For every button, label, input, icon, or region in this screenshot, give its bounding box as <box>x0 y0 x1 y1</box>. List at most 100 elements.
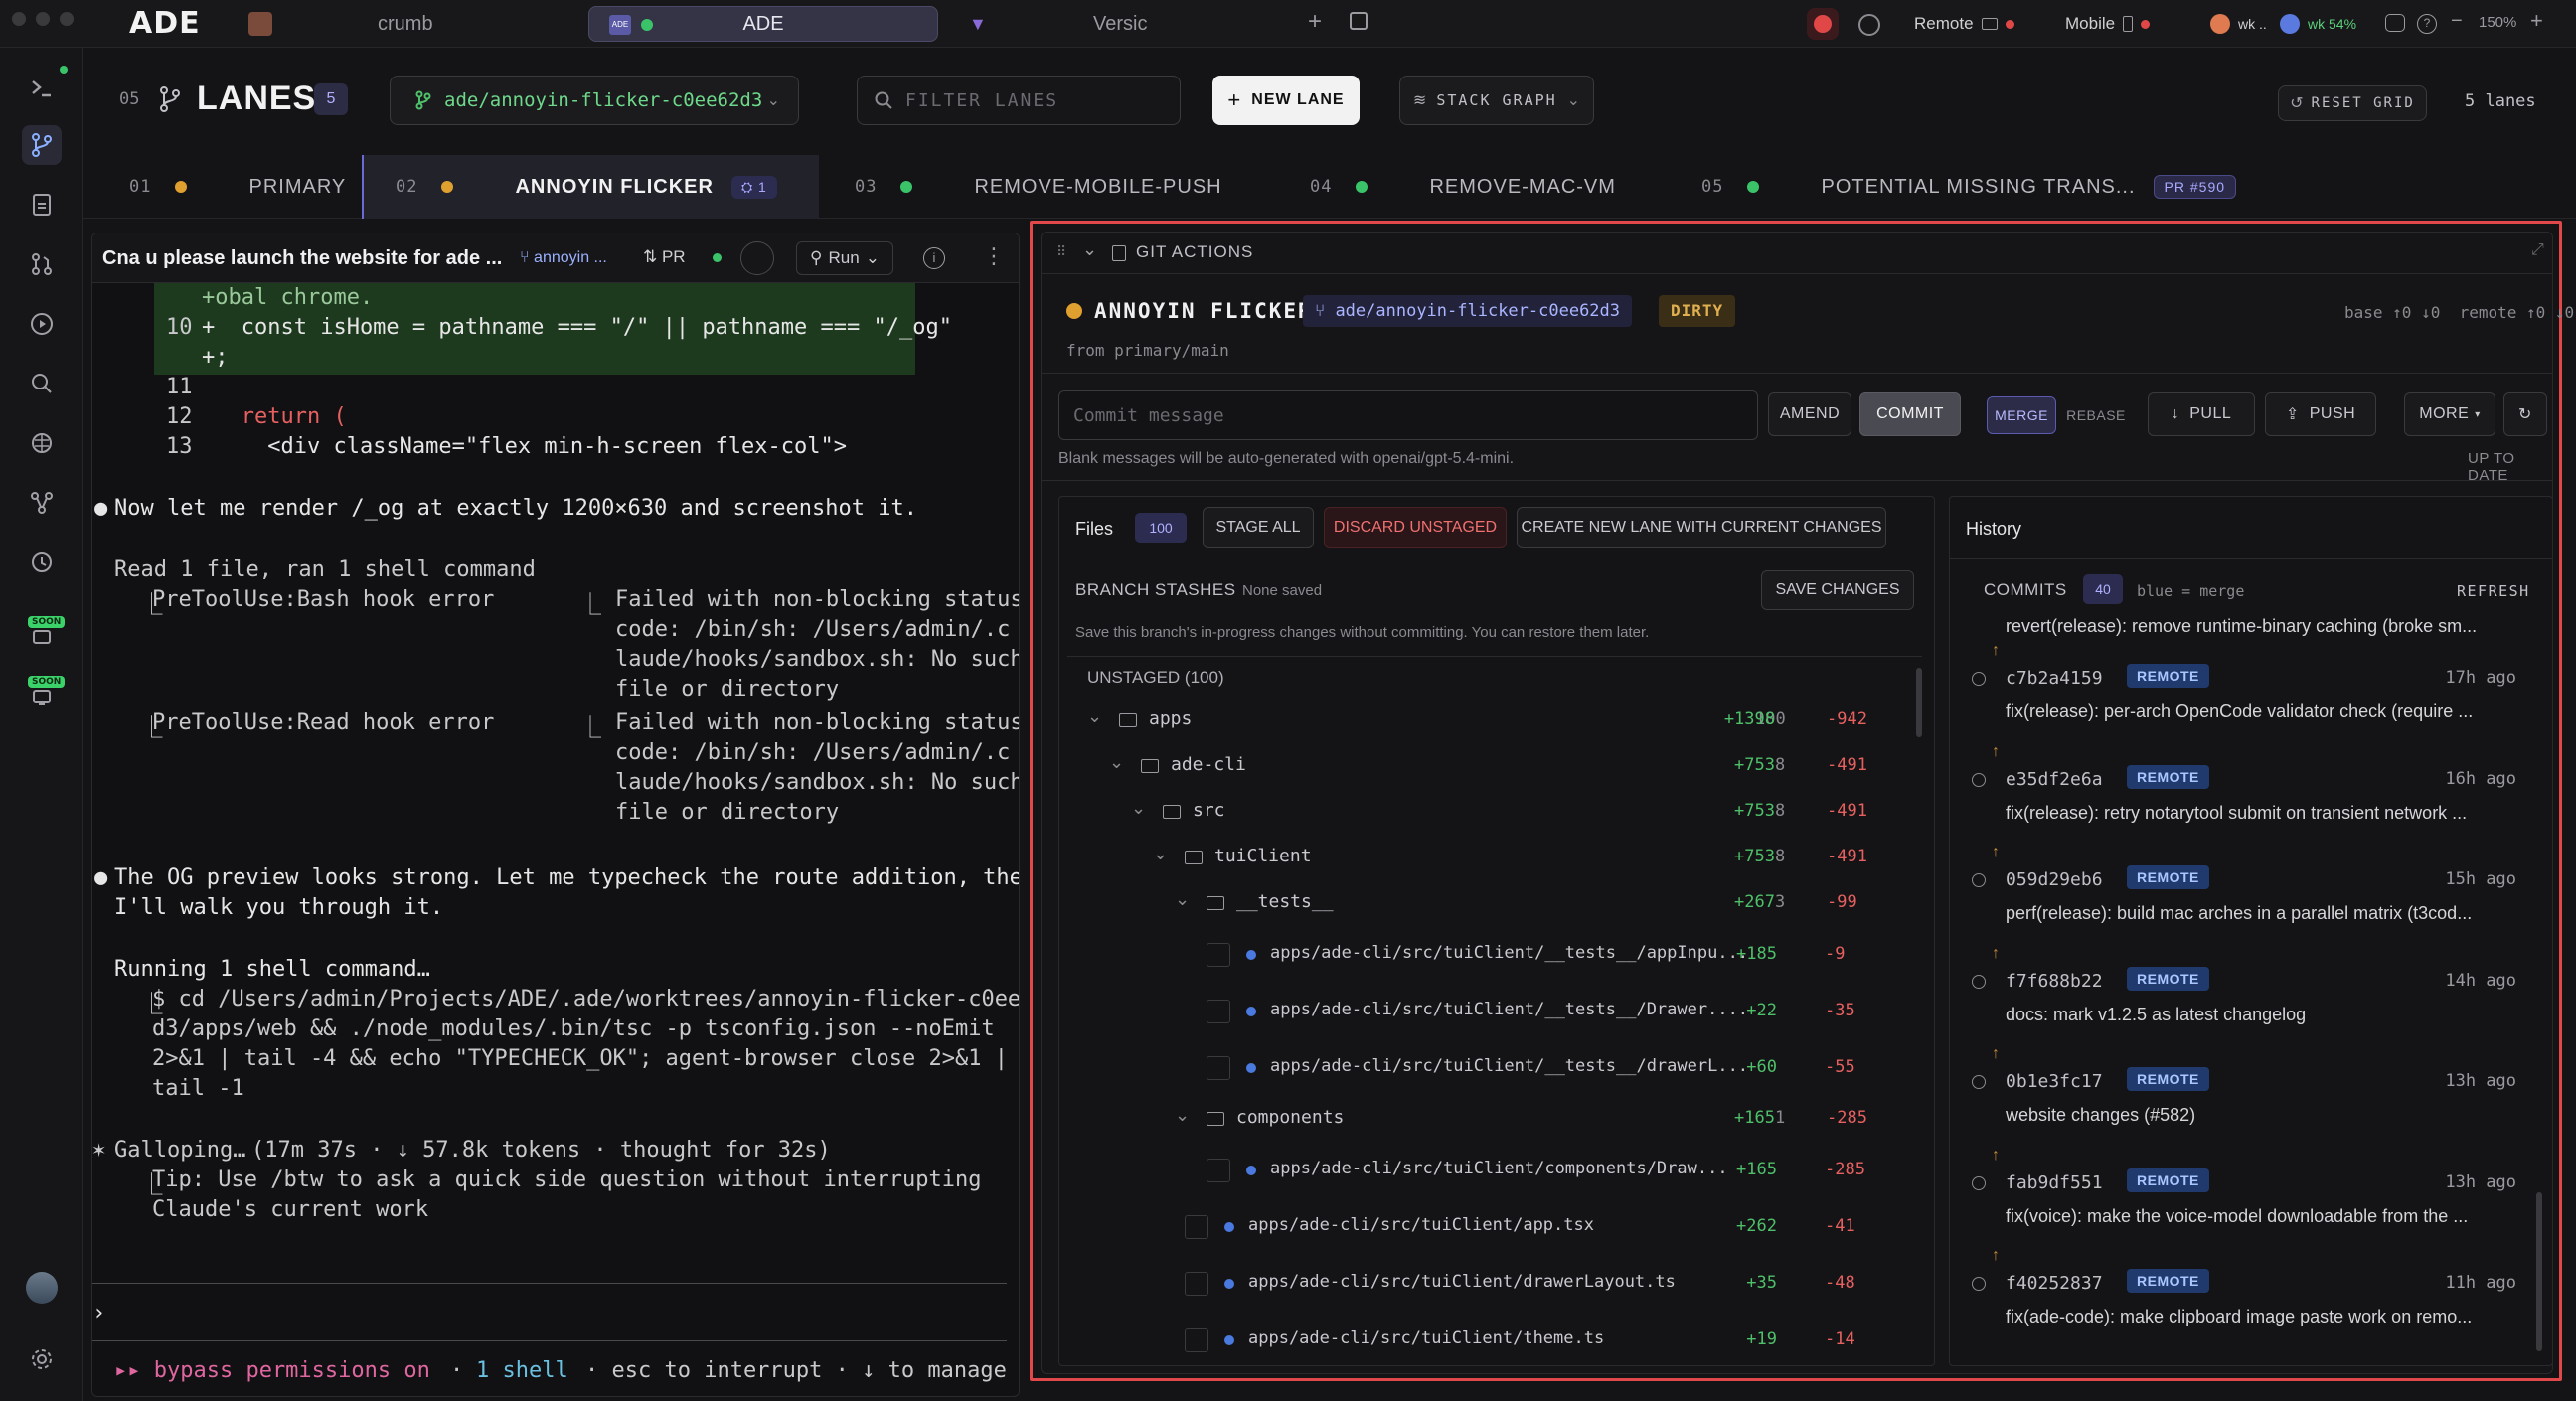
run-icon[interactable] <box>22 304 62 344</box>
refresh-button[interactable]: REFRESH <box>2457 582 2530 600</box>
reset-grid-button[interactable]: ↺ RESET GRID <box>2278 85 2427 121</box>
terminal-icon[interactable] <box>22 66 68 107</box>
file-checkbox[interactable] <box>1185 1214 1208 1239</box>
chevron-down-icon[interactable]: ⌄ <box>1131 798 1146 819</box>
file-row[interactable]: apps/ade-cli/src/tuiClient/components/Dr… <box>1059 1142 1874 1198</box>
history-icon[interactable] <box>22 543 62 582</box>
drag-handle-icon[interactable]: ⠿ <box>1056 243 1066 260</box>
commit-button[interactable]: COMMIT <box>1859 392 1961 436</box>
file-checkbox[interactable] <box>1207 1158 1230 1182</box>
avatar[interactable] <box>26 1272 58 1304</box>
more-vertical-icon[interactable]: ⋮ <box>983 243 1005 269</box>
filter-lanes-input[interactable]: FILTER LANES <box>857 76 1181 125</box>
stage-all-button[interactable]: STAGE ALL <box>1203 507 1314 548</box>
amend-button[interactable]: AMEND <box>1768 392 1852 436</box>
folder-row[interactable]: ⌄ components 1 +165 -285 <box>1059 1096 1874 1142</box>
chat-icon[interactable] <box>2385 14 2405 32</box>
rebase-toggle[interactable]: REBASE <box>2064 396 2128 434</box>
file-row[interactable]: apps/ade-cli/src/tuiClient/theme.ts +19 -1… <box>1059 1312 1874 1365</box>
chevron-down-icon[interactable]: ⌄ <box>1109 752 1124 773</box>
push-button[interactable]: ⇪ PUSH <box>2265 392 2376 436</box>
folder-row[interactable]: ⌄ apps 100 +1398 -942 <box>1059 698 1874 743</box>
save-changes-button[interactable]: SAVE CHANGES <box>1761 570 1914 610</box>
new-lane-button[interactable]: + NEW LANE <box>1212 76 1360 125</box>
lanes-icon[interactable] <box>22 125 62 165</box>
tab-lane-remove-mobile-push[interactable]: 03 REMOVE-MOBILE-PUSH <box>843 155 1260 219</box>
commit-row[interactable]: f7f688b22 REMOTE 14h ago docs: mark v1.2.5 … <box>1964 963 2520 1042</box>
branch-selector[interactable]: ade/annoyin-flicker-c0ee62d3 ⌄ <box>390 76 799 125</box>
commit-row[interactable]: 0b1e3fc17 REMOTE 13h ago website changes (#… <box>1964 1063 2520 1143</box>
tab-lane-annoyin-flicker[interactable]: 02 ANNOYIN FLICKER ⛭ 1 <box>362 155 819 219</box>
file-checkbox[interactable] <box>1185 1327 1208 1352</box>
create-lane-button[interactable]: CREATE NEW LANE WITH CURRENT CHANGES <box>1517 507 1886 548</box>
files-tab[interactable]: Files <box>1075 519 1113 540</box>
folder-row[interactable]: ⌄ __tests__ 3 +267 -99 <box>1059 880 1874 926</box>
commit-row[interactable]: e35df2e6a REMOTE 16h ago fix(release): retr… <box>1964 761 2520 841</box>
tab-lane-remove-mac-vm[interactable]: 04 REMOVE-MAC-VM <box>1298 155 1695 219</box>
pr-button[interactable]: ⇅ PR <box>643 247 686 267</box>
project-icon[interactable] <box>248 12 272 36</box>
file-row[interactable]: apps/ade-cli/src/tuiClient/__tests__/app… <box>1059 926 1874 983</box>
moon-icon[interactable] <box>1858 14 1880 36</box>
file-row[interactable]: apps/ade-cli/src/tuiClient/__tests__/Dra… <box>1059 983 1874 1039</box>
discard-unstaged-button[interactable]: DISCARD UNSTAGED <box>1324 507 1507 548</box>
tab-ade[interactable]: ADE ADE <box>588 6 938 42</box>
help-icon[interactable]: ? <box>2417 14 2437 34</box>
pull-requests-icon[interactable] <box>22 244 62 284</box>
commit-row[interactable]: 059d29eb6 REMOTE 15h ago perf(release): bui… <box>1964 861 2520 941</box>
file-checkbox[interactable] <box>1207 999 1230 1023</box>
collapse-chevron-icon[interactable]: ⌄ <box>1082 239 1097 260</box>
merge-toggle[interactable]: MERGE <box>1987 396 2056 434</box>
commit-row[interactable]: c7b2a4159 REMOTE 17h ago fix(release): per-… <box>1964 660 2520 739</box>
refresh-icon[interactable]: ↻ <box>2503 392 2547 436</box>
chevron-down-icon[interactable]: ⌄ <box>1175 1105 1190 1126</box>
file-row[interactable]: apps/ade-cli/src/tuiClient/drawerLayout.… <box>1059 1255 1874 1312</box>
device-icon[interactable] <box>22 676 62 715</box>
run-button[interactable]: ⚲ Run ⌄ <box>796 241 893 275</box>
file-row[interactable]: apps/ade-cli/src/tuiClient/__tests__/dra… <box>1059 1039 1874 1096</box>
commit-message-input[interactable]: Commit message <box>1058 390 1758 440</box>
usage-wk1[interactable]: wk .. <box>2210 10 2267 38</box>
commit-row[interactable]: f40252837 REMOTE 11h ago fix(ade-code): mak… <box>1964 1265 2520 1344</box>
tab-versic[interactable]: Versic <box>1093 6 1147 42</box>
tab-lane-potential-missing-trans[interactable]: 05 POTENTIAL MISSING TRANS... PR #590 <box>1691 155 2387 219</box>
zoom-in-icon[interactable]: + <box>2530 8 2543 34</box>
automation-icon[interactable] <box>22 616 62 656</box>
file-checkbox[interactable] <box>1207 942 1230 967</box>
prompt-input[interactable]: › <box>92 1301 105 1325</box>
more-button[interactable]: MORE ▾ <box>2404 392 2496 436</box>
folder-row[interactable]: ⌄ src 8 +753 -491 <box>1059 789 1874 835</box>
remote-status[interactable]: Remote <box>1914 10 2014 38</box>
mobile-status[interactable]: Mobile <box>2065 10 2151 38</box>
pull-button[interactable]: ↓ PULL <box>2148 392 2255 436</box>
popout-icon[interactable] <box>1350 12 1368 30</box>
scrollbar[interactable] <box>1916 668 1922 737</box>
chevron-down-icon[interactable]: ⌄ <box>1175 889 1190 910</box>
file-row[interactable]: apps/ade-cli/src/tuiClient/app.tsx +262 -4… <box>1059 1198 1874 1255</box>
new-tab-icon[interactable]: + <box>1308 8 1322 36</box>
folder-row[interactable]: ⌄ ade-cli 8 +753 -491 <box>1059 743 1874 789</box>
scrollbar[interactable] <box>2536 1192 2542 1351</box>
file-checkbox[interactable] <box>1207 1055 1230 1080</box>
folder-row[interactable]: ⌄ tuiClient 8 +753 -491 <box>1059 835 1874 880</box>
chevron-down-icon[interactable]: ⌄ <box>1153 844 1168 864</box>
zoom-out-icon[interactable]: − <box>2451 10 2463 33</box>
tab-crumb[interactable]: crumb <box>378 6 433 42</box>
expand-icon[interactable]: ⤢ <box>2531 241 2544 259</box>
alert-icon[interactable] <box>1807 8 1839 40</box>
chevron-down-icon[interactable]: ⌄ <box>1087 706 1102 727</box>
shell-count[interactable]: 1 shell <box>476 1358 568 1383</box>
graph-icon[interactable] <box>22 483 62 523</box>
search-icon[interactable] <box>22 364 62 403</box>
brain-icon[interactable] <box>22 423 62 463</box>
files-icon[interactable] <box>22 185 62 225</box>
usage-wk2[interactable]: wk 54% <box>2280 10 2356 38</box>
pr-badge[interactable]: PR #590 <box>2153 175 2237 199</box>
stack-graph-button[interactable]: ≋ STACK GRAPH ⌄ <box>1399 76 1594 125</box>
commit-row[interactable]: fab9df551 REMOTE 13h ago fix(voice): make t… <box>1964 1165 2520 1244</box>
maximize-window-button[interactable] <box>60 12 74 26</box>
info-icon[interactable]: i <box>923 247 945 269</box>
settings-icon[interactable] <box>22 1339 62 1379</box>
record-icon[interactable] <box>740 241 774 275</box>
session-branch[interactable]: ⑂ annoyin ... <box>520 249 607 267</box>
